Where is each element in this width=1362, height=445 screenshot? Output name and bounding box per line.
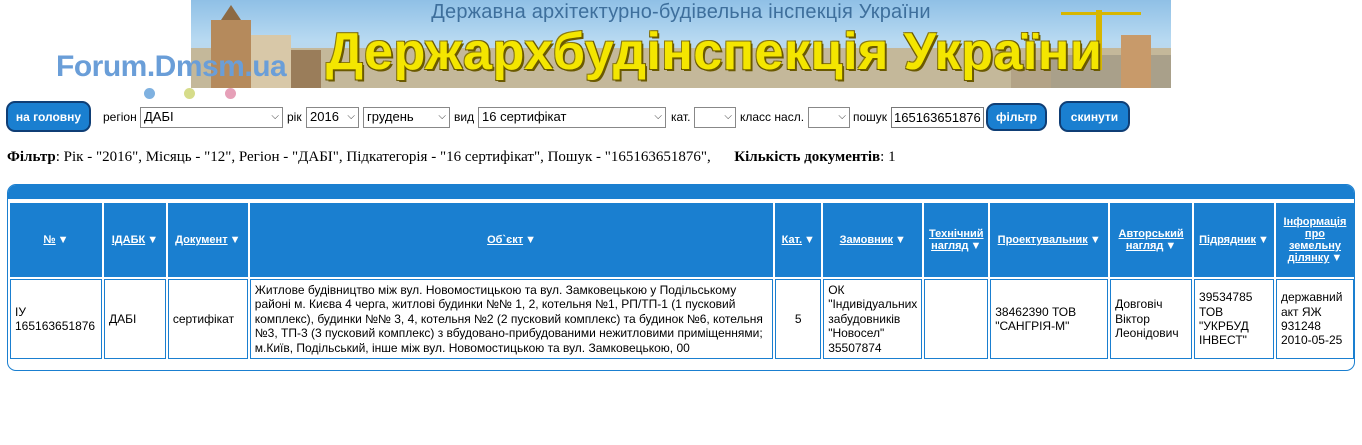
column-header-label: Документ: [175, 234, 228, 246]
table-row: ІУ 165163651876 ДАБІ сертифікат Житлове …: [10, 279, 1354, 359]
sort-triangle-icon: ▼: [229, 234, 241, 246]
column-header-customer[interactable]: Замовник ▼: [823, 203, 923, 277]
sort-triangle-icon: ▼: [1331, 252, 1343, 264]
filter-summary: Фільтр: Рік - "2016", Місяць - "12", Рег…: [7, 149, 896, 166]
column-header-label: Об`єкт: [487, 234, 524, 246]
logo-dot-icon: [184, 88, 195, 99]
chevron-down-icon: [654, 111, 662, 122]
filter-summary-text: : Рік - "2016", Місяць - "12", Регіон - …: [55, 149, 711, 165]
type-select[interactable]: 16 сертифікат: [478, 107, 666, 128]
cell-object: Житлове будівництво між вул. Новомостиць…: [249, 279, 774, 359]
sort-triangle-icon: ▼: [804, 234, 815, 246]
cell-customer: ОК "Індивідуальних забудовників "Новосел…: [823, 279, 923, 359]
chevron-down-icon: [271, 111, 279, 122]
column-header-contractor[interactable]: Підрядник ▼: [1194, 203, 1274, 277]
column-header-tech-supervision[interactable]: Технічний нагляд ▼: [924, 203, 989, 277]
cell-document: сертифікат: [167, 279, 248, 359]
sort-triangle-icon: ▼: [147, 234, 159, 246]
column-header-author-supervision[interactable]: Авторський нагляд ▼: [1110, 203, 1193, 277]
cell-category: 5: [775, 279, 822, 359]
sort-triangle-icon: ▼: [57, 234, 69, 246]
cell-author-supervision: Довговіч Віктор Леонідович: [1110, 279, 1193, 359]
forum-watermark-logo: Forum.Dmsm.ua: [56, 50, 287, 83]
chevron-down-icon: [347, 111, 355, 122]
filter-button[interactable]: фільтр: [986, 103, 1047, 131]
year-select-value: 2016: [310, 109, 339, 124]
banner-subtitle: Державна архітектурно-будівельна інспекц…: [431, 1, 931, 23]
sort-triangle-icon: ▼: [895, 234, 906, 246]
column-header-category[interactable]: Кат. ▼: [775, 203, 822, 277]
chevron-down-icon: [438, 111, 446, 122]
region-select-value: ДАБІ: [144, 109, 174, 124]
banner-title: Держархбудінспекція України: [326, 23, 1103, 81]
category-label: кат.: [671, 110, 691, 124]
column-header-label: №: [43, 234, 56, 246]
column-header-label: Проектувальник: [997, 234, 1088, 246]
year-select[interactable]: 2016: [306, 107, 359, 128]
chevron-down-icon: [724, 111, 732, 122]
year-label: рік: [287, 110, 302, 124]
column-header-label: Замовник: [839, 234, 893, 246]
reset-button[interactable]: скинути: [1059, 101, 1130, 132]
region-label: регіон: [103, 110, 137, 124]
table-header-row: № ▼ ІДАБК ▼ Документ ▼ Об`єкт ▼ Кат. ▼ Замовн…: [10, 203, 1354, 277]
sort-triangle-icon: ▼: [1165, 240, 1177, 252]
cell-contractor: 39534785 ТОВ "УКРБУД ІНВЕСТ": [1194, 279, 1274, 359]
filter-summary-label: Фільтр: [7, 149, 56, 165]
column-header-land-info[interactable]: Інформація про земельну ділянку ▼: [1275, 203, 1354, 277]
type-select-value: 16 сертифікат: [482, 109, 567, 124]
sort-triangle-icon: ▼: [1089, 234, 1101, 246]
column-header-label: Підрядник: [1199, 234, 1256, 246]
sort-triangle-icon: ▼: [1257, 234, 1269, 246]
search-label: пошук: [853, 110, 888, 124]
column-header-number[interactable]: № ▼: [10, 203, 102, 277]
cell-number: ІУ 165163651876: [10, 279, 102, 359]
home-button[interactable]: на головну: [6, 101, 91, 132]
search-input[interactable]: [891, 107, 984, 128]
column-header-idabk[interactable]: ІДАБК ▼: [103, 203, 166, 277]
logo-dot-icon: [225, 88, 236, 99]
category-select[interactable]: [694, 107, 736, 128]
cell-idabk: ДАБІ: [103, 279, 166, 359]
document-count-value: : 1: [880, 149, 896, 165]
month-select[interactable]: грудень: [363, 107, 450, 128]
results-table: № ▼ ІДАБК ▼ Документ ▼ Об`єкт ▼ Кат. ▼ Замовн…: [8, 201, 1356, 361]
cell-tech-supervision: [924, 279, 989, 359]
column-header-designer[interactable]: Проектувальник ▼: [990, 203, 1109, 277]
table-top-bar: [8, 185, 1354, 199]
month-select-value: грудень: [367, 109, 414, 124]
sort-triangle-icon: ▼: [525, 234, 536, 246]
class-label: класс насл.: [740, 110, 805, 124]
header-banner: Державна архітектурно-будівельна інспекц…: [191, 0, 1171, 88]
region-select[interactable]: ДАБІ: [140, 107, 283, 128]
column-header-label: Кат.: [781, 234, 803, 246]
document-count-label: Кількість документів: [734, 149, 881, 165]
cell-designer: 38462390 ТОВ "САНГРІЯ-М": [990, 279, 1109, 359]
chevron-down-icon: [838, 111, 846, 122]
sort-triangle-icon: ▼: [970, 240, 982, 252]
column-header-document[interactable]: Документ ▼: [167, 203, 248, 277]
class-select[interactable]: [808, 107, 850, 128]
column-header-object[interactable]: Об`єкт ▼: [249, 203, 774, 277]
results-table-container: № ▼ ІДАБК ▼ Документ ▼ Об`єкт ▼ Кат. ▼ Замовн…: [7, 184, 1355, 371]
logo-dot-icon: [144, 88, 155, 99]
column-header-label: ІДАБК: [111, 234, 146, 246]
type-label: вид: [454, 110, 475, 124]
cell-land-info: державний акт ЯЖ 931248 2010-05-25: [1275, 279, 1354, 359]
